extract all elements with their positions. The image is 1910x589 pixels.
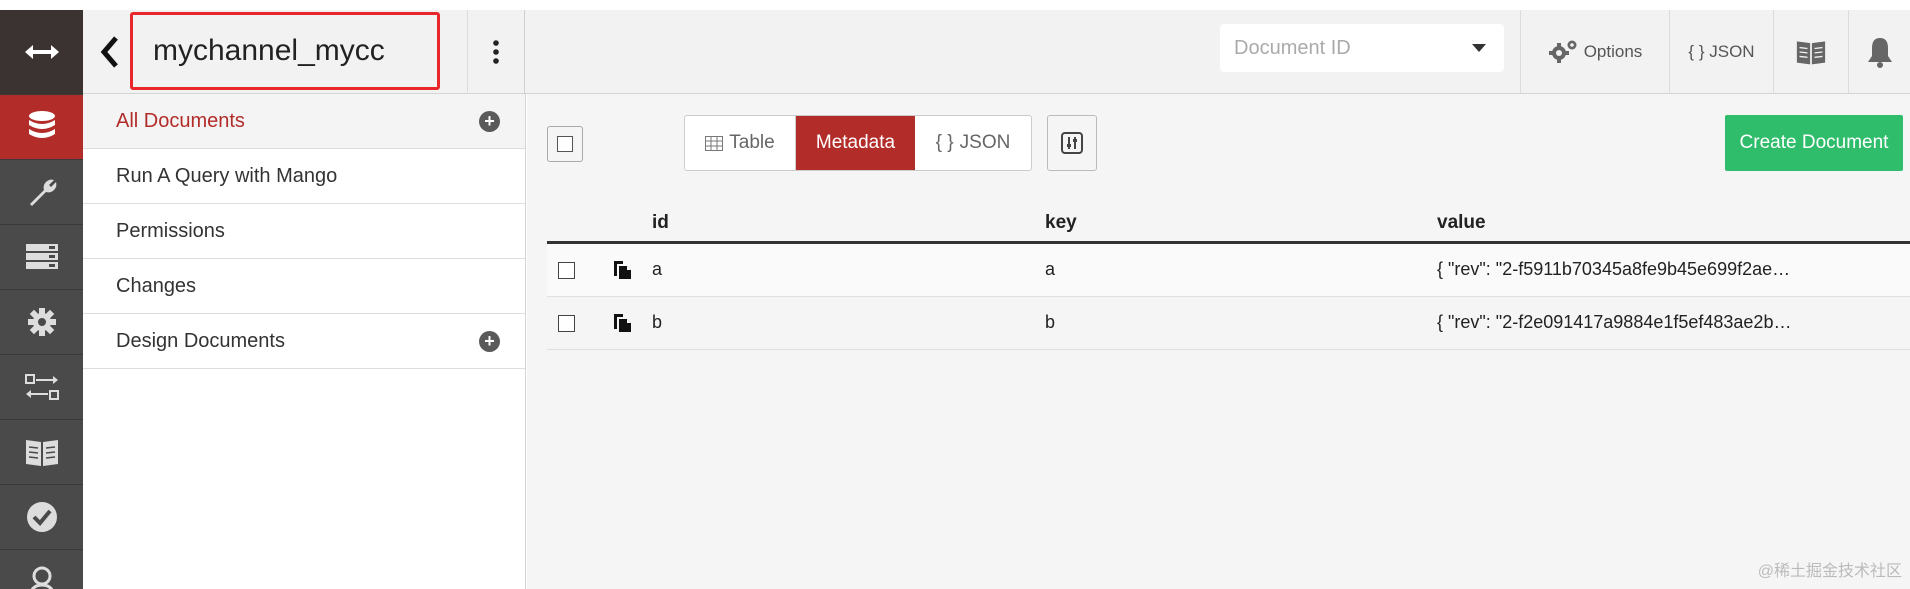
sidebar-item-all-documents[interactable]: All Documents + (83, 94, 525, 149)
rail-verify[interactable] (0, 484, 83, 549)
view-toggle: Table Metadata { } JSON (684, 115, 1032, 171)
left-rail (0, 10, 83, 589)
column-header-value[interactable]: value (1437, 212, 1486, 234)
rail-databases[interactable] (0, 94, 83, 159)
column-header-id[interactable]: id (652, 212, 669, 234)
chevron-left-icon (100, 36, 118, 68)
app-root: mychannel_mycc Options { } JSON (0, 0, 1910, 589)
view-metadata-label: Metadata (815, 132, 896, 153)
book-icon (1796, 41, 1826, 65)
cell-id: b (652, 312, 663, 332)
select-all-checkbox[interactable] (547, 126, 583, 162)
watermark: @稀土掘金技术社区 (1757, 563, 1902, 580)
row-checkbox[interactable] (558, 262, 575, 279)
rail-setup[interactable] (0, 159, 83, 224)
bell-icon (1867, 38, 1892, 68)
options-button[interactable]: Options (1520, 10, 1669, 94)
expand-collapse-button[interactable] (0, 10, 83, 94)
gear-icon (27, 308, 56, 336)
db-title-highlight: mychannel_mycc (130, 12, 440, 90)
more-options-button[interactable] (467, 10, 525, 94)
row-checkbox[interactable] (558, 315, 575, 332)
sidebar-item-label: All Documents (116, 109, 245, 132)
table-header: id key value (547, 204, 1910, 244)
cell-key: b (1045, 312, 1056, 332)
view-json-button[interactable]: { } JSON (915, 116, 1031, 170)
json-button[interactable]: { } JSON (1669, 10, 1773, 94)
create-document-button[interactable]: Create Document (1725, 115, 1903, 171)
table-icon (705, 135, 724, 151)
top-strip (0, 0, 1910, 10)
sliders-icon (1061, 132, 1083, 154)
column-header-key[interactable]: key (1045, 212, 1077, 234)
page-title: mychannel_mycc (153, 34, 385, 67)
view-table-label: Table (729, 132, 775, 153)
plus-circle-icon[interactable]: + (479, 331, 500, 352)
notifications-button[interactable] (1848, 10, 1910, 94)
cell-key: a (1045, 259, 1056, 279)
document-id-input[interactable] (1234, 36, 1454, 60)
sidebar-item-design-documents[interactable]: Design Documents + (83, 314, 525, 369)
replication-icon (24, 374, 59, 400)
plus-circle-icon[interactable]: + (479, 111, 500, 132)
database-sidebar: All Documents + Run A Query with Mango P… (83, 94, 526, 589)
kebab-menu-icon (493, 40, 499, 64)
rail-replication[interactable] (0, 354, 83, 419)
column-options-button[interactable] (1047, 115, 1097, 171)
sidebar-item-changes[interactable]: Changes (83, 259, 525, 314)
sidebar-item-label: Changes (116, 274, 197, 297)
docs-button[interactable] (1773, 10, 1848, 94)
checkbox-box (557, 136, 573, 152)
view-table-button[interactable]: Table (685, 116, 796, 170)
sidebar-item-label: Run A Query with Mango (116, 164, 338, 187)
check-circle-icon (26, 502, 57, 532)
server-list-icon (25, 244, 58, 269)
rail-active-tasks[interactable] (0, 224, 83, 289)
view-json-label: JSON (959, 132, 1011, 153)
table-row[interactable]: a a { "rev": "2-f5911b70345a8fe9b45e699f… (547, 244, 1910, 297)
book-icon (25, 440, 58, 466)
braces-icon: { } (935, 132, 954, 153)
sidebar-item-label: Permissions (116, 219, 225, 242)
copy-icon[interactable] (613, 260, 633, 280)
user-icon (30, 566, 53, 589)
document-id-dropdown[interactable] (1220, 24, 1504, 72)
sidebar-item-permissions[interactable]: Permissions (83, 204, 525, 259)
table-row[interactable]: b b { "rev": "2-f2e091417a9884e1f5ef483a… (547, 297, 1910, 350)
view-metadata-button[interactable]: Metadata (796, 116, 915, 170)
wrench-icon (29, 179, 56, 206)
expand-arrows-icon (24, 45, 59, 59)
header-bar: mychannel_mycc Options { } JSON (83, 10, 1910, 94)
back-button[interactable] (95, 30, 125, 74)
copy-icon[interactable] (613, 313, 633, 333)
rail-user[interactable] (0, 549, 83, 589)
gears-icon (1548, 40, 1577, 63)
rail-config[interactable] (0, 289, 83, 354)
sidebar-item-label: Design Documents (116, 329, 285, 352)
cell-id: a (652, 259, 663, 279)
sidebar-item-mango-query[interactable]: Run A Query with Mango (83, 149, 525, 204)
database-icon (28, 111, 55, 138)
cell-value: { "rev": "2-f5911b70345a8fe9b45e699f2ae… (1437, 259, 1791, 279)
cell-value: { "rev": "2-f2e091417a9884e1f5ef483ae2b… (1437, 312, 1792, 332)
documents-table: id key value a a { "rev": "2-f5911b70345… (547, 204, 1910, 350)
documents-panel: Table Metadata { } JSON Create Document … (527, 94, 1910, 589)
options-label: Options (1583, 42, 1643, 61)
json-label: { } JSON (1688, 42, 1755, 61)
caret-down-icon (1472, 44, 1486, 52)
rail-documentation[interactable] (0, 419, 83, 484)
